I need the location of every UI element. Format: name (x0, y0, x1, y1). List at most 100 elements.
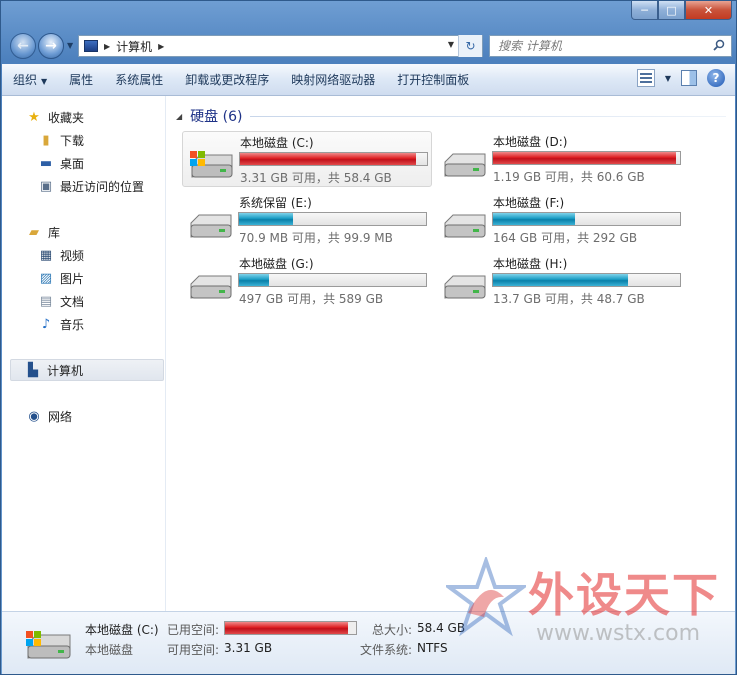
hard-drive-icon (444, 153, 486, 177)
details-usage-bar (224, 621, 357, 635)
drive-with-windows-icon (190, 151, 233, 178)
total-size-value: 58.4 GB (417, 621, 466, 635)
drive-item[interactable]: 本地磁盘 (H:) 13.7 GB 可用，共 48.7 GB (436, 253, 686, 309)
minimize-button[interactable]: ─ (631, 1, 658, 20)
drive-item[interactable]: 系统保留 (E:) 70.9 MB 可用，共 99.9 MB (182, 192, 432, 248)
uninstall-program-button[interactable]: 卸载或更改程序 (174, 71, 280, 88)
group-divider (250, 115, 726, 117)
network-icon: ◉ (28, 408, 40, 424)
total-size-label: 总大小: (372, 623, 413, 637)
downloads-folder-icon: ▮ (42, 132, 50, 148)
sidebar-item-label: 文档 (60, 294, 85, 309)
free-space-label: 可用空间: (167, 643, 220, 657)
music-icon: ♪ (41, 316, 51, 332)
sidebar-item-label: 计算机 (47, 363, 84, 378)
sidebar-item-music[interactable]: ♪ 音乐 (2, 313, 164, 335)
minimize-icon: ─ (641, 3, 648, 17)
navigation-bar: ← → ▼ ▶ 计算机 ▶ ▼ ↻ (1, 27, 736, 63)
drive-item[interactable]: 本地磁盘 (C:) 3.31 GB 可用，共 58.4 GB (182, 131, 432, 187)
open-control-panel-button[interactable]: 打开控制面板 (386, 71, 480, 88)
close-button[interactable]: ✕ (685, 1, 732, 20)
map-network-drive-button[interactable]: 映射网络驱动器 (280, 71, 386, 88)
computer-icon: ▙ (28, 362, 38, 378)
sidebar-item-recent-places[interactable]: ▣ 最近访问的位置 (2, 175, 164, 197)
hard-drive-icon (190, 275, 232, 299)
sidebar-item-libraries[interactable]: ▰ 库 (2, 221, 164, 243)
recent-pages-dropdown-icon[interactable]: ▼ (67, 41, 73, 50)
drive-usage-bar (239, 152, 428, 166)
video-icon: ▦ (39, 247, 53, 263)
forward-button[interactable]: → (38, 33, 64, 59)
hard-drive-icon (444, 275, 486, 299)
breadcrumb-chevron-icon[interactable]: ▶ (158, 42, 164, 51)
system-properties-button[interactable]: 系统属性 (104, 71, 174, 88)
details-usage-fill (225, 622, 349, 634)
drive-with-windows-icon (26, 631, 71, 659)
details-drive-type: 本地磁盘 (85, 643, 134, 657)
organize-label: 组织 (13, 73, 38, 87)
file-system-label: 文件系统: (360, 643, 413, 657)
free-space-value: 3.31 GB (224, 641, 273, 655)
address-history-dropdown-icon[interactable]: ▼ (448, 40, 454, 49)
picture-icon: ▨ (39, 270, 53, 286)
drive-size-text: 13.7 GB 可用，共 48.7 GB (493, 292, 645, 306)
help-icon[interactable]: ? (707, 69, 725, 87)
group-title: 硬盘 (6) (190, 109, 243, 125)
search-input[interactable] (498, 39, 708, 53)
view-controls: ▼ ? (636, 69, 725, 87)
drive-name: 本地磁盘 (F:) (493, 196, 565, 210)
search-box[interactable] (489, 35, 732, 57)
sidebar-item-downloads[interactable]: ▮ 下载 (2, 129, 164, 151)
sidebar-item-label: 下载 (60, 133, 85, 148)
back-button[interactable]: ← (10, 33, 36, 59)
view-dropdown-icon[interactable]: ▼ (665, 74, 671, 83)
drive-usage-fill (240, 153, 416, 165)
sidebar-item-pictures[interactable]: ▨ 图片 (2, 267, 164, 289)
sidebar-item-favorites[interactable]: ★ 收藏夹 (2, 106, 164, 128)
maximize-button[interactable]: □ (658, 1, 685, 20)
sidebar-item-documents[interactable]: ▤ 文档 (2, 290, 164, 312)
group-header-hard-disks[interactable]: ◢ 硬盘 (6) (176, 106, 726, 126)
drive-name: 本地磁盘 (C:) (240, 136, 314, 150)
sidebar-item-label: 图片 (60, 271, 85, 286)
back-arrow-icon: ← (17, 38, 29, 54)
refresh-button[interactable]: ↻ (458, 35, 482, 57)
drive-usage-bar (492, 273, 681, 287)
drive-name: 本地磁盘 (H:) (493, 257, 568, 271)
drive-item[interactable]: 本地磁盘 (F:) 164 GB 可用，共 292 GB (436, 192, 686, 248)
drive-usage-bar (492, 212, 681, 226)
sidebar-item-videos[interactable]: ▦ 视频 (2, 244, 164, 266)
search-icon[interactable] (713, 39, 725, 51)
sidebar-item-computer[interactable]: ▙ 计算机 (10, 359, 164, 381)
change-view-icon[interactable] (636, 69, 655, 87)
sidebar-item-network[interactable]: ◉ 网络 (2, 405, 164, 427)
drive-usage-fill (239, 274, 269, 286)
breadcrumb-computer[interactable]: 计算机 (116, 38, 152, 55)
organize-menu[interactable]: 组织 ▼ (2, 71, 58, 88)
drive-item[interactable]: 本地磁盘 (G:) 497 GB 可用，共 589 GB (182, 253, 432, 309)
drive-size-text: 1.19 GB 可用，共 60.6 GB (493, 170, 645, 184)
drive-item[interactable]: 本地磁盘 (D:) 1.19 GB 可用，共 60.6 GB (436, 131, 686, 187)
hard-drive-icon (190, 214, 232, 238)
drive-usage-bar (492, 151, 681, 165)
computer-icon (84, 40, 98, 52)
details-pane: 本地磁盘 (C:) 本地磁盘 已用空间: 可用空间: 3.31 GB 总大小: … (2, 611, 735, 674)
sidebar-item-desktop[interactable]: ▬ 桌面 (2, 152, 164, 174)
sidebar-item-label: 桌面 (60, 156, 85, 171)
window-controls: ─ □ ✕ (631, 1, 732, 20)
sidebar-item-label: 库 (48, 225, 61, 240)
collapse-triangle-icon[interactable]: ◢ (176, 112, 182, 121)
breadcrumb-chevron-icon[interactable]: ▶ (104, 42, 110, 51)
main-area: ★ 收藏夹 ▮ 下载 ▬ 桌面 ▣ 最近访问的位置 ▰ 库 ▦ 视频 ▨ 图片 … (2, 96, 735, 611)
drive-usage-fill (239, 213, 294, 225)
address-bar[interactable]: ▶ 计算机 ▶ ▼ ↻ (78, 35, 483, 57)
preview-pane-icon[interactable] (681, 70, 697, 86)
sidebar-item-label: 音乐 (60, 317, 85, 332)
properties-button[interactable]: 属性 (58, 71, 104, 88)
details-drive-name: 本地磁盘 (C:) (85, 623, 159, 637)
chevron-down-icon: ▼ (41, 77, 48, 86)
drive-size-text: 497 GB 可用，共 589 GB (239, 292, 384, 306)
sidebar-item-label: 网络 (48, 409, 73, 424)
hard-drive-icon (444, 214, 486, 238)
drive-size-text: 3.31 GB 可用，共 58.4 GB (240, 171, 392, 185)
